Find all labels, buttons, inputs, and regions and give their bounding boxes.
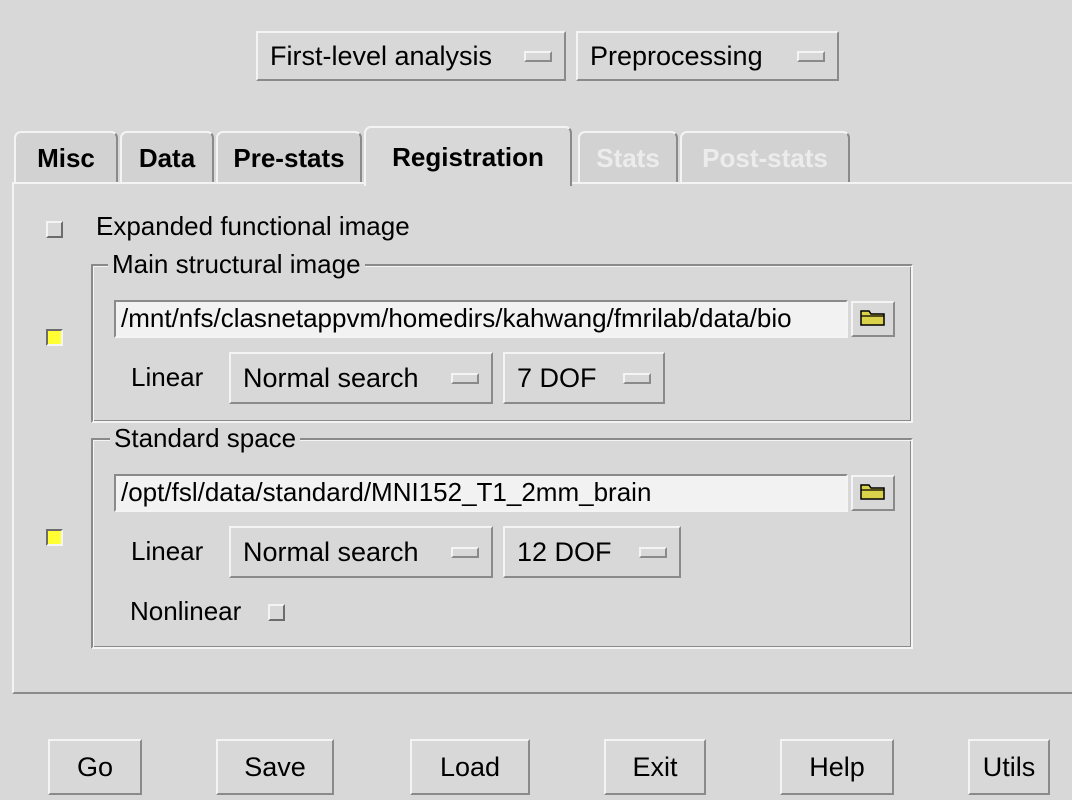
analysis-type-menu[interactable]: First-level analysis bbox=[256, 31, 566, 81]
standard-space-dof-menu[interactable]: 12 DOF bbox=[503, 526, 681, 578]
tab-registration[interactable]: Registration bbox=[364, 126, 572, 186]
help-button[interactable]: Help bbox=[780, 739, 894, 795]
active-tab-joiner bbox=[366, 181, 570, 185]
dof-option-label: 7 DOF bbox=[517, 362, 597, 393]
menu-indicator-icon bbox=[524, 50, 552, 62]
main-structural-path-input[interactable]: /mnt/nfs/clasnetappvm/homedirs/kahwang/f… bbox=[114, 300, 848, 338]
expanded-functional-label: Expanded functional image bbox=[96, 211, 410, 241]
folder-icon bbox=[859, 480, 887, 507]
tab-data[interactable]: Data bbox=[120, 131, 214, 183]
tab-label: Stats bbox=[596, 142, 660, 173]
processing-type-label: Preprocessing bbox=[590, 40, 763, 71]
menu-indicator-icon bbox=[451, 546, 479, 558]
menu-indicator-icon bbox=[797, 50, 825, 62]
standard-space-checkbox[interactable] bbox=[46, 529, 63, 546]
tab-stats: Stats bbox=[578, 131, 678, 183]
button-label: Help bbox=[809, 751, 865, 782]
standard-space-path-input[interactable]: /opt/fsl/data/standard/MNI152_T1_2mm_bra… bbox=[114, 474, 848, 512]
nonlinear-checkbox[interactable] bbox=[268, 604, 285, 621]
menu-indicator-icon bbox=[451, 372, 479, 384]
button-label: Save bbox=[244, 751, 306, 782]
main-structural-dof-menu[interactable]: 7 DOF bbox=[503, 352, 665, 404]
nonlinear-label: Nonlinear bbox=[130, 596, 242, 626]
tab-label: Misc bbox=[37, 142, 95, 173]
tab-pre-stats[interactable]: Pre-stats bbox=[216, 131, 362, 183]
main-structural-checkbox[interactable] bbox=[46, 329, 63, 346]
utils-button[interactable]: Utils bbox=[968, 739, 1050, 795]
tab-misc[interactable]: Misc bbox=[14, 131, 118, 183]
button-label: Go bbox=[76, 751, 114, 782]
main-structural-browse-button[interactable] bbox=[851, 301, 895, 337]
main-structural-group bbox=[91, 264, 913, 423]
tab-post-stats: Post-stats bbox=[680, 131, 850, 183]
button-label: Utils bbox=[982, 751, 1036, 782]
tab-label: Pre-stats bbox=[233, 142, 345, 173]
exit-button[interactable]: Exit bbox=[604, 739, 706, 795]
button-label: Exit bbox=[632, 751, 678, 782]
tab-label: Post-stats bbox=[702, 142, 828, 173]
main-structural-linear-label: Linear bbox=[131, 362, 204, 392]
load-button[interactable]: Load bbox=[410, 739, 530, 795]
button-label: Load bbox=[439, 751, 501, 782]
expanded-functional-checkbox[interactable] bbox=[46, 221, 63, 238]
search-option-label: Normal search bbox=[243, 536, 419, 567]
tab-label: Data bbox=[138, 142, 196, 173]
standard-space-linear-label: Linear bbox=[131, 536, 204, 566]
save-button[interactable]: Save bbox=[216, 739, 334, 795]
tab-label: Registration bbox=[392, 141, 544, 172]
main-structural-title: Main structural image bbox=[108, 249, 365, 279]
standard-space-title: Standard space bbox=[110, 423, 301, 453]
standard-space-browse-button[interactable] bbox=[851, 475, 895, 511]
dof-option-label: 12 DOF bbox=[517, 536, 612, 567]
search-option-label: Normal search bbox=[243, 362, 419, 393]
main-structural-search-menu[interactable]: Normal search bbox=[229, 352, 493, 404]
processing-type-menu[interactable]: Preprocessing bbox=[576, 31, 839, 81]
standard-space-search-menu[interactable]: Normal search bbox=[229, 526, 493, 578]
menu-indicator-icon bbox=[623, 372, 651, 384]
go-button[interactable]: Go bbox=[48, 739, 142, 795]
analysis-type-label: First-level analysis bbox=[270, 40, 493, 71]
folder-icon bbox=[859, 306, 887, 333]
menu-indicator-icon bbox=[639, 546, 667, 558]
